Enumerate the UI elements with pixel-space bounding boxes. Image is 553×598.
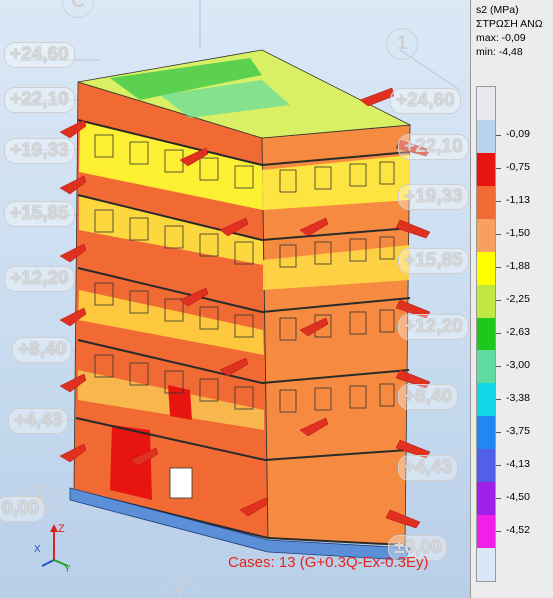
level-tag-right-15-85: +15,85 xyxy=(398,248,469,274)
level-tag-right-24-60: +24,60 xyxy=(390,88,461,114)
color-swatch xyxy=(477,350,495,384)
color-scale-tick-mark xyxy=(496,398,501,400)
color-scale-tick-mark xyxy=(496,168,501,170)
color-scale-tick-mark xyxy=(496,497,501,499)
load-case-label: Cases: 13 (G+0.3Q-Ex-0.3Ey) xyxy=(228,554,429,571)
color-scale-tick-label: -1,88 xyxy=(506,260,530,273)
color-swatch xyxy=(477,548,495,582)
triad-z-label: Z xyxy=(58,523,65,535)
color-scale-tick-label: -4,50 xyxy=(506,490,530,503)
color-scale-tick-mark xyxy=(496,300,501,302)
color-scale-tick-mark xyxy=(496,333,501,334)
level-tag-right-4-43: +4,43 xyxy=(398,455,459,481)
color-swatch xyxy=(477,383,495,417)
level-tag-left-4-43: +4,43 xyxy=(8,408,69,434)
color-scale-tick-mark xyxy=(496,464,501,466)
color-scale-tick-mark xyxy=(496,201,501,203)
color-scale-tick-label: -2,63 xyxy=(506,326,530,338)
level-tag-left-15-85: +15,85 xyxy=(4,201,75,227)
color-scale xyxy=(476,86,496,582)
result-quantity: s2 (MPa) xyxy=(476,4,519,16)
color-scale-tick-mark xyxy=(496,365,501,367)
result-max: max: -0,09 xyxy=(476,32,526,44)
color-scale-tick-label: -4,52 xyxy=(506,523,530,536)
stress-red-zone-2 xyxy=(168,385,192,420)
color-swatch xyxy=(477,284,495,319)
color-swatch xyxy=(477,119,495,154)
color-swatch xyxy=(477,515,495,549)
color-scale-tick-label: -1,50 xyxy=(506,227,530,240)
color-scale-tick-label: -0,09 xyxy=(506,128,530,141)
level-tag-right-8-40: +8,40 xyxy=(398,384,459,410)
color-swatch xyxy=(477,152,495,187)
color-swatch xyxy=(477,449,495,483)
level-tag-left-19-33: +19,33 xyxy=(4,138,75,164)
result-layer: ΣΤΡΩΣΗ ΑΝΩ xyxy=(476,18,543,30)
level-tag-right-12-20: +12,20 xyxy=(398,314,469,340)
level-tag-left-22-10: +22,10 xyxy=(4,87,75,113)
color-swatch xyxy=(477,185,495,220)
color-scale-tick-label: -1,13 xyxy=(506,194,530,207)
color-scale-tick-mark xyxy=(496,267,501,269)
result-min: min: -4,48 xyxy=(476,46,523,58)
triad-y-label: Y xyxy=(64,564,71,572)
color-swatch xyxy=(477,416,495,450)
level-tag-left-0-00: 0,00 xyxy=(0,496,45,522)
stress-red-zone xyxy=(110,425,152,500)
color-swatch xyxy=(477,251,495,286)
level-tag-left-12-20: +12,20 xyxy=(4,266,75,292)
results-legend-panel: s2 (MPa) ΣΤΡΩΣΗ ΑΝΩ max: -0,09 min: -4,4… xyxy=(470,0,553,598)
level-tag-right-19-33: +19,33 xyxy=(398,184,469,210)
triad-x-label: X xyxy=(34,544,41,555)
color-swatch xyxy=(477,482,495,516)
color-scale-tick-label: -0,75 xyxy=(506,161,530,174)
color-swatch xyxy=(477,87,495,121)
level-tag-left-8-40: +8,40 xyxy=(12,337,73,363)
level-tag-right-22-10: +22,10 xyxy=(398,134,469,160)
color-scale-tick-mark xyxy=(496,530,501,532)
color-scale-tick-mark xyxy=(496,135,501,137)
color-scale-tick-mark xyxy=(496,234,501,236)
color-scale-tick-label: -4,13 xyxy=(506,457,530,470)
axis-triad-icon: Z X Y xyxy=(34,523,71,572)
color-scale-tick-label: -3,75 xyxy=(506,424,530,437)
color-scale-tick-label: -2,25 xyxy=(506,293,530,306)
3d-viewport[interactable]: C 1 3 1 +24,60 +22,10 +19,33 +15,85 +12,… xyxy=(0,0,470,598)
level-tag-left-24-60: +24,60 xyxy=(4,42,75,68)
color-scale-tick-mark xyxy=(496,431,501,433)
grid-axis-bubble-1-top: 1 xyxy=(386,28,418,60)
color-scale-tick-label: -3,00 xyxy=(506,358,530,371)
color-swatch xyxy=(477,317,495,351)
color-swatch xyxy=(477,218,495,253)
color-scale-tick-label: -3,38 xyxy=(506,391,530,404)
